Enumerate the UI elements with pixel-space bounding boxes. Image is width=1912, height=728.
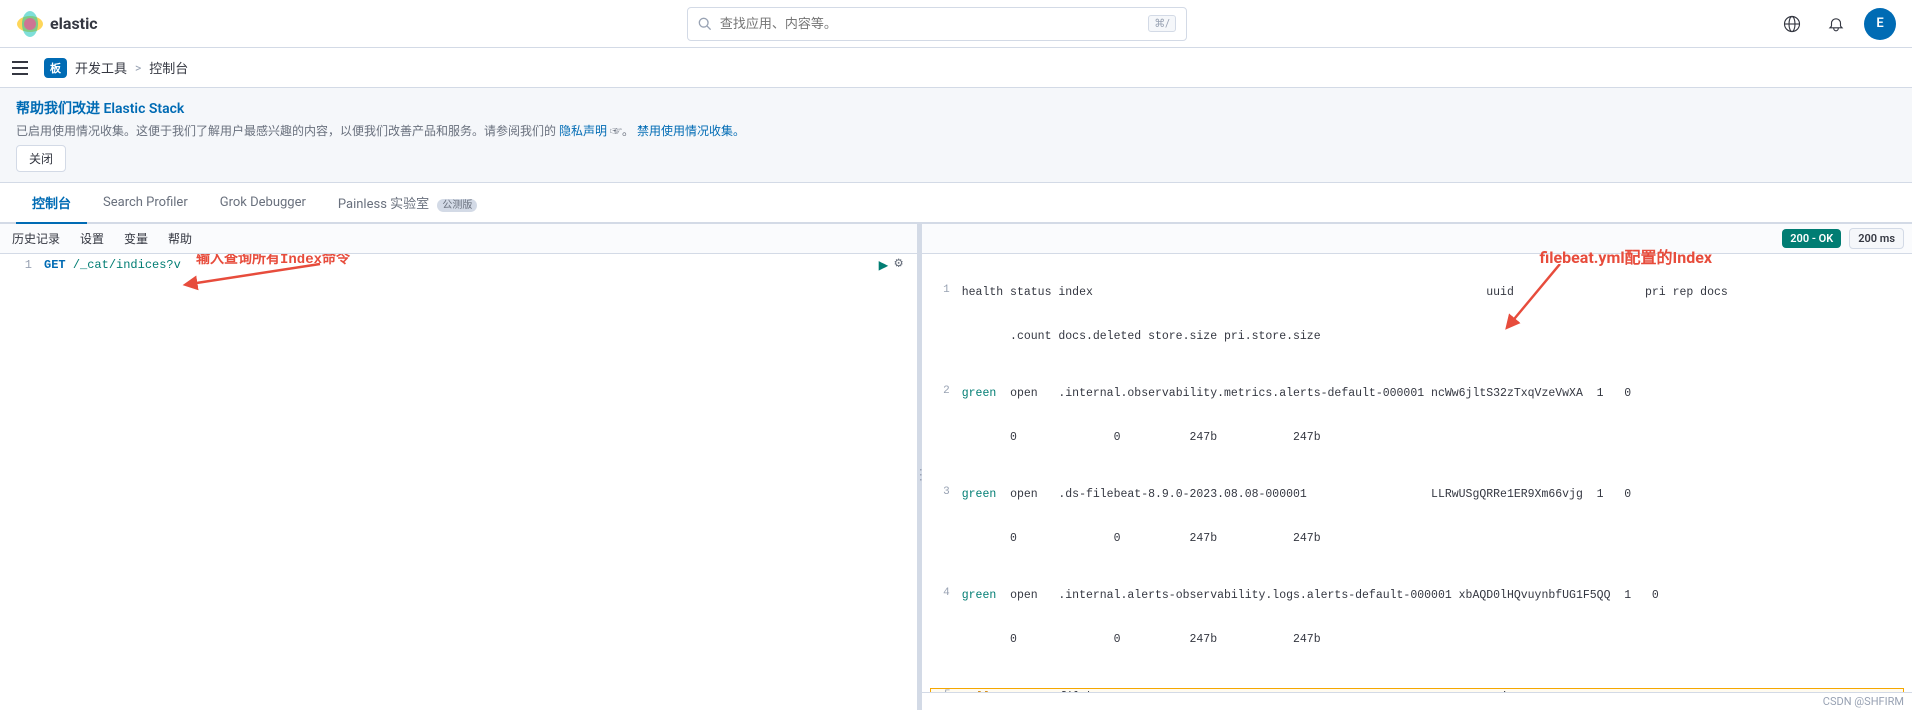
banner: 帮助我们改进 Elastic Stack 已启用使用情况收集。这便于我们了解用户… (0, 88, 1912, 183)
elastic-logo-icon (16, 10, 44, 38)
banner-title: 帮助我们改进 Elastic Stack (16, 98, 1896, 118)
tab-painless[interactable]: Painless 实验室 公测版 (322, 183, 493, 224)
hamburger-line-1 (12, 61, 28, 63)
top-nav: elastic ⌘/ E (0, 0, 1912, 48)
privacy-link[interactable]: 隐私声明 (559, 124, 607, 138)
hamburger-button[interactable] (12, 56, 36, 80)
header-line-num: 1 (930, 284, 950, 296)
tab-search-profiler[interactable]: Search Profiler (87, 185, 204, 222)
disable-link[interactable]: 禁用使用情况收集。 (637, 124, 745, 138)
close-button[interactable]: 关闭 (16, 145, 66, 172)
results-toolbar: 200 - OK 200 ms (922, 224, 1912, 254)
header-line-content: health status index uuid pri rep docs (962, 284, 1728, 301)
result-row-2: 2 green open .internal.observability.met… (930, 385, 1904, 403)
line-content-1: GET /_cat/indices?v (44, 258, 181, 272)
elastic-logo[interactable]: elastic (16, 10, 98, 38)
search-input[interactable] (720, 16, 1140, 31)
user-avatar[interactable]: E (1864, 8, 1896, 40)
toolbar-history[interactable]: 历史记录 (8, 228, 64, 249)
method-keyword: GET (44, 258, 66, 272)
banner-desc: 已启用使用情况收集。这便于我们了解用户最感兴趣的内容，以便我们改善产品和服务。请… (16, 122, 1896, 139)
search-bar[interactable]: ⌘/ (687, 7, 1187, 41)
result-row-4: 4 green open .internal.alerts-observabil… (930, 587, 1904, 605)
footer: CSDN @SHFIRM (922, 692, 1912, 710)
banner-desc-text: 已启用使用情况收集。这便于我们了解用户最感兴趣的内容，以便我们改善产品和服务。请… (16, 124, 556, 138)
breadcrumb-item-2: 控制台 (149, 58, 188, 77)
globe-icon-btn[interactable] (1776, 8, 1808, 40)
footer-text: CSDN @SHFIRM (1823, 695, 1904, 708)
toolbar-settings[interactable]: 设置 (76, 228, 108, 249)
time-badge: 200 ms (1849, 228, 1904, 249)
results-content[interactable]: 1 health status index uuid pri rep docs … (922, 254, 1912, 692)
breadcrumb-item-1[interactable]: 开发工具 (75, 58, 127, 77)
tabs-bar: 控制台 Search Profiler Grok Debugger Painle… (0, 183, 1912, 224)
nav-icons: E (1776, 8, 1896, 40)
status-badge: 200 - OK (1782, 229, 1841, 248)
tab-console[interactable]: 控制台 (16, 183, 87, 224)
search-container: ⌘/ (114, 7, 1760, 41)
result-row-3b: 0 0 247b 247b (930, 530, 1904, 548)
main-content: 历史记录 设置 变量 帮助 1 GET /_cat/indices?v ▶ ⚙ (0, 224, 1912, 710)
bell-icon-btn[interactable] (1820, 8, 1852, 40)
secondary-nav: 板 开发工具 > 控制台 (0, 48, 1912, 88)
editor-panel: 历史记录 设置 变量 帮助 1 GET /_cat/indices?v ▶ ⚙ (0, 224, 918, 710)
results-panel: 200 - OK 200 ms 1 health status index uu… (922, 224, 1912, 710)
editor-line-1: 1 GET /_cat/indices?v ▶ ⚙ (0, 254, 917, 276)
breadcrumb-sep: > (135, 61, 141, 75)
subheader-line-content: .count docs.deleted store.size pri.store… (962, 328, 1321, 345)
result-row-3: 3 green open .ds-filebeat-8.9.0-2023.08.… (930, 486, 1904, 504)
banner-title-link[interactable]: 帮助我们改进 Elastic Stack (16, 101, 184, 117)
editor-area[interactable]: 1 GET /_cat/indices?v ▶ ⚙ (0, 254, 917, 710)
result-header: 1 health status index uuid pri rep docs (930, 284, 1904, 302)
result-row-2b: 0 0 247b 247b (930, 429, 1904, 447)
search-shortcut: ⌘/ (1148, 15, 1176, 32)
elastic-text: elastic (50, 14, 98, 33)
run-button[interactable]: ▶ (879, 255, 889, 275)
line-number-1: 1 (8, 258, 32, 272)
tab-grok-debugger[interactable]: Grok Debugger (204, 185, 322, 222)
editor-toolbar: 历史记录 设置 变量 帮助 (0, 224, 917, 254)
search-icon (698, 17, 712, 31)
copy-button[interactable]: ⚙ (894, 255, 902, 275)
dev-tools-badge: 板 (44, 58, 67, 78)
hamburger-line-3 (12, 73, 28, 75)
result-row-4b: 0 0 247b 247b (930, 631, 1904, 649)
toolbar-help[interactable]: 帮助 (164, 228, 196, 249)
toolbar-variables[interactable]: 变量 (120, 228, 152, 249)
globe-icon (1783, 15, 1801, 33)
result-subheader: .count docs.deleted store.size pri.store… (930, 328, 1904, 346)
hamburger-line-2 (12, 67, 28, 69)
path-content: /_cat/indices?v (73, 258, 181, 272)
tab-badge-painless: 公测版 (437, 199, 477, 212)
bell-icon (1827, 15, 1845, 33)
